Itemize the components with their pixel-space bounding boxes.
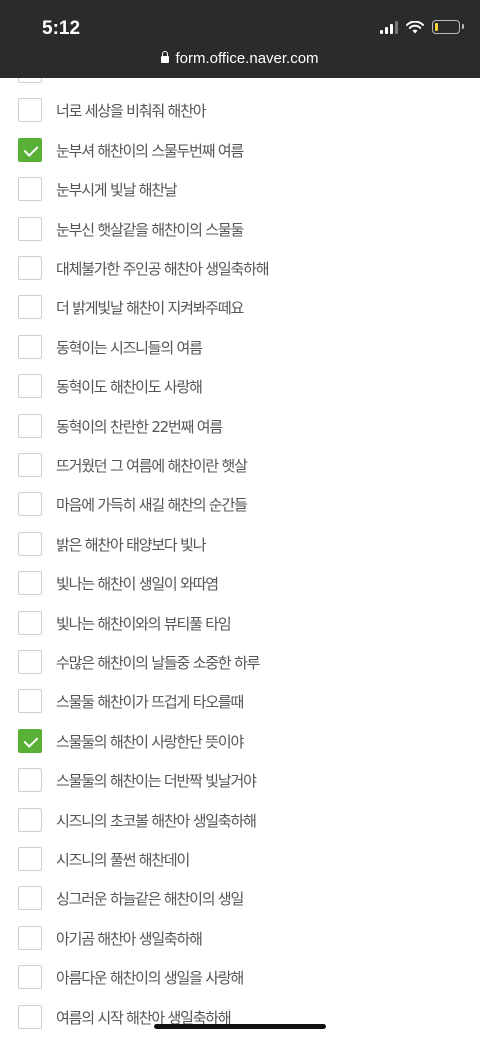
option-label: 동혁이도 해찬이도 사랑해 (56, 377, 203, 396)
checkbox-option[interactable]: 수많은 해찬이의 날들중 소중한 하루 (18, 649, 458, 675)
checkbox-option[interactable]: 눈부신 햇살같을 해찬이의 스물둘 (18, 216, 458, 242)
status-icons (380, 20, 464, 34)
checkbox-unchecked[interactable] (18, 256, 42, 280)
checkbox-unchecked[interactable] (18, 847, 42, 871)
battery-icon (432, 20, 464, 34)
option-label: 동혁이의 찬란한 22번째 여름 (56, 417, 223, 436)
checkbox-option[interactable]: 마음에 가득히 새길 해찬의 순간들 (18, 491, 458, 517)
checkbox-checked[interactable] (18, 729, 42, 753)
checkbox-option[interactable]: 아기곰 해찬아 생일축하해 (18, 925, 458, 951)
option-label: 눈부신 햇살같을 해찬이의 스물둘 (56, 220, 244, 239)
option-label: 너로 세상을 비춰줘 해찬아 (56, 101, 207, 120)
checkbox-option[interactable]: 시즈니의 초코볼 해찬아 생일축하해 (18, 807, 458, 833)
checkbox-unchecked[interactable] (18, 571, 42, 595)
checkbox-unchecked[interactable] (18, 414, 42, 438)
home-indicator (154, 1024, 326, 1029)
checkbox-option[interactable]: 눈부시게 빛날 해찬날 (18, 176, 458, 202)
checkbox-unchecked[interactable] (18, 374, 42, 398)
checkbox-unchecked[interactable] (18, 335, 42, 359)
option-label: 아기곰 해찬아 생일축하해 (56, 929, 203, 948)
cellular-signal-icon (380, 20, 398, 34)
checkbox-option[interactable]: 뜨거웠던 그 여름에 해찬이란 햇살 (18, 452, 458, 478)
option-label: 싱그러운 하늘같은 해찬이의 생일 (56, 889, 244, 908)
checkbox-option[interactable]: 스물둘의 해찬이 사랑한단 뜻이야 (18, 728, 458, 754)
option-label: 스물둘 해찬이가 뜨겁게 타오를때 (56, 692, 244, 711)
option-label: 밝은 해찬아 태양보다 빛나 (56, 535, 207, 554)
checkbox-unchecked[interactable] (18, 98, 42, 122)
option-label: 시즈니의 초코볼 해찬아 생일축하해 (56, 811, 257, 830)
checkbox-unchecked[interactable] (18, 808, 42, 832)
option-label: 대체불가한 주인공 해찬아 생일축하해 (56, 259, 270, 278)
url-text: form.office.naver.com (175, 50, 319, 67)
option-label: 더 밝게빛날 해찬이 지켜봐주떼요 (56, 298, 244, 317)
checkbox-option[interactable]: 싱그러운 하늘같은 해찬이의 생일 (18, 885, 458, 911)
checkbox-option[interactable]: 대체불가한 주인공 해찬아 생일축하해 (18, 255, 458, 281)
checkbox-unchecked[interactable] (18, 1005, 42, 1029)
checkbox-option[interactable]: 너로 세상을 비춰줘 해찬아 (18, 97, 458, 123)
checkbox-unchecked[interactable] (18, 453, 42, 477)
checkbox-option[interactable]: 눈부셔 해찬이의 스물두번째 여름 (18, 137, 458, 163)
option-label: 마음에 가득히 새길 해찬의 순간들 (56, 495, 248, 514)
checkbox-option[interactable]: 더 밝게빛날 해찬이 지켜봐주떼요 (18, 294, 458, 320)
checkbox-option[interactable]: 스물둘 해찬이가 뜨겁게 타오를때 (18, 688, 458, 714)
lock-icon (161, 51, 170, 63)
option-label: 눈부시게 빛날 해찬날 (56, 180, 178, 199)
checkbox-option[interactable]: 동혁이는 시즈니들의 여름 (18, 334, 458, 360)
option-label: 스물둘의 해찬이 사랑한단 뜻이야 (56, 732, 244, 751)
checkbox-unchecked[interactable] (18, 926, 42, 950)
checkbox-option[interactable]: 아름다운 해찬이의 생일을 사랑해 (18, 964, 458, 990)
option-label: 수많은 해찬이의 날들중 소중한 하루 (56, 653, 260, 672)
checkbox-unchecked[interactable] (18, 532, 42, 556)
wifi-icon (406, 20, 424, 33)
option-label: 아름다운 해찬이의 생일을 사랑해 (56, 968, 244, 987)
status-time: 5:12 (42, 18, 81, 39)
checkbox-unchecked[interactable] (18, 611, 42, 635)
option-label: 시즈니의 풀썬 해찬데이 (56, 850, 190, 869)
checkbox-unchecked[interactable] (18, 177, 42, 201)
option-label: 빛나는 해찬이와의 뷰티풀 타임 (56, 614, 232, 633)
checkbox-unchecked[interactable] (18, 689, 42, 713)
checkbox-checked[interactable] (18, 138, 42, 162)
option-label: 빛나는 해찬이 생일이 와따염 (56, 574, 219, 593)
checkbox-unchecked[interactable] (18, 492, 42, 516)
checkbox-unchecked[interactable] (18, 886, 42, 910)
checkbox-option[interactable]: 스물둘의 해찬이는 더반짝 빛날거야 (18, 767, 458, 793)
checkbox-unchecked[interactable] (18, 217, 42, 241)
option-label: 뜨거웠던 그 여름에 해찬이란 햇살 (56, 456, 248, 475)
option-label: 스물둘의 해찬이는 더반짝 빛날거야 (56, 771, 257, 790)
checkbox-option[interactable]: 빛나는 해찬이와의 뷰티풀 타임 (18, 610, 458, 636)
option-label: 동혁이는 시즈니들의 여름 (56, 338, 203, 357)
checkbox-option[interactable]: 시즈니의 풀썬 해찬데이 (18, 846, 458, 872)
checkbox-unchecked[interactable] (18, 768, 42, 792)
status-bar: 5:12 form.office.naver.com (0, 0, 480, 78)
checkbox-option[interactable]: 밝은 해찬아 태양보다 빛나 (18, 531, 458, 557)
checkbox-option[interactable]: 동혁이도 해찬이도 사랑해 (18, 373, 458, 399)
checkbox-unchecked[interactable] (18, 650, 42, 674)
checkbox-unchecked[interactable] (18, 965, 42, 989)
checkbox-unchecked[interactable] (18, 295, 42, 319)
checkbox-option[interactable]: 동혁이의 찬란한 22번째 여름 (18, 413, 458, 439)
checkbox-option[interactable]: 빛나는 해찬이 생일이 와따염 (18, 570, 458, 596)
option-label: 눈부셔 해찬이의 스물두번째 여름 (56, 141, 244, 160)
url-bar[interactable]: form.office.naver.com (0, 50, 480, 67)
